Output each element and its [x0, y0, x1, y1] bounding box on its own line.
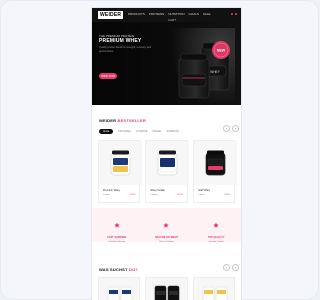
product-card[interactable]: [98, 277, 141, 300]
benefits-band: FAST SHIPPING Schnelle Lieferung SECURE …: [92, 208, 241, 244]
tab-accessories[interactable]: ZUBEHÖR: [167, 130, 179, 133]
product-jar-icon: [193, 141, 237, 185]
chevron-left-icon: ‹: [225, 265, 228, 270]
product-name: Gold Whey: [197, 189, 211, 192]
product-price: 29,90: [129, 194, 136, 196]
product-card[interactable]: Gold Whey Protein 39,90: [192, 140, 237, 203]
nav-items: PRODUCTS PROTEINS NUTRITION GOALS SALE: [128, 12, 211, 16]
benefit-copy: Geprüfte Qualität: [208, 241, 224, 243]
what-you-need-products: [98, 277, 235, 300]
section2-next-button[interactable]: ›: [232, 264, 239, 271]
product-jar-icon: [99, 278, 140, 300]
nav-icons: [231, 13, 237, 15]
benefit-copy: Schnelle Lieferung: [108, 241, 126, 243]
product-image: [193, 141, 237, 185]
chevron-right-icon: ›: [234, 265, 237, 270]
web-page: WEIDER PRODUCTS PROTEINS NUTRITION GOALS…: [92, 8, 241, 300]
benefit-item: SECURE PAYMENT Sichere Zahlung: [146, 215, 186, 244]
product-card[interactable]: [192, 277, 235, 300]
product-jar-icon: [146, 141, 190, 185]
brand-logo[interactable]: WEIDER: [98, 11, 124, 19]
tab-bars[interactable]: RIEGEL: [153, 130, 162, 133]
hero-cta-button[interactable]: SHOP NOW: [99, 73, 117, 79]
section2-prev-button[interactable]: ‹: [223, 264, 230, 271]
tab-all[interactable]: ALLE: [99, 129, 114, 134]
what-you-need-title: WAS SUCHST DU?: [99, 267, 138, 272]
hero-banner: THE PREMIUM PROTEIN PREMIUM WHEY Quality…: [92, 22, 241, 105]
account-icon[interactable]: [235, 13, 237, 15]
product-price: 39,90: [224, 194, 230, 196]
product-name: Premium Whey: [103, 189, 121, 192]
product-meta: Protein: [150, 194, 158, 196]
product-image: [99, 141, 142, 185]
product-price: 34,90: [177, 194, 183, 196]
what-you-need-title-dark: WAS SUCHST: [99, 267, 128, 272]
cart-icon[interactable]: [231, 13, 233, 15]
bestseller-products: Premium Whey Protein 29,90 Whey Isolate …: [98, 140, 237, 203]
product-name: Whey Isolate: [150, 189, 165, 192]
product-image: [146, 141, 190, 185]
nav-item-nutrition[interactable]: NUTRITION: [168, 12, 184, 16]
bestseller-title: WEIDER BESTSELLER: [99, 118, 146, 123]
top-nav: WEIDER PRODUCTS PROTEINS NUTRITION GOALS…: [92, 8, 241, 22]
benefit-item: TOP QUALITY Geprüfte Qualität: [196, 215, 236, 244]
benefit-title: TOP QUALITY: [207, 236, 225, 239]
hero-copy: Quality protein blend for strength, reco…: [99, 46, 152, 53]
product-jar-icon: [99, 141, 142, 185]
benefit-title: FAST SHIPPING: [107, 236, 127, 239]
hero-title: PREMIUM WHEY: [99, 38, 142, 44]
hero-tub-front: [178, 53, 210, 99]
brand-logo-text: WEIDER: [100, 12, 122, 18]
nav-item-products[interactable]: PRODUCTS: [128, 12, 145, 16]
product-meta: Protein: [197, 194, 205, 196]
product-jar-icon: [193, 278, 234, 300]
tab-vitamins[interactable]: VITAMINE: [136, 130, 148, 133]
nav-item-sale[interactable]: SALE: [203, 12, 211, 16]
nav-item-goals[interactable]: GOALS: [189, 12, 199, 16]
hero-badge: NEW: [212, 41, 230, 59]
bestseller-title-accent: BESTSELLER: [117, 118, 146, 123]
chevron-right-icon: ›: [234, 126, 237, 131]
benefit-copy: Sichere Zahlung: [159, 241, 174, 243]
chevron-left-icon: ‹: [225, 126, 228, 131]
hero-badge-text: NEW: [217, 49, 226, 53]
benefit-icon: [163, 222, 170, 228]
nav-item-proteins[interactable]: PROTEINS: [149, 12, 164, 16]
hero-product-label: WHEY: [210, 70, 220, 74]
product-card[interactable]: Premium Whey Protein 29,90: [98, 140, 142, 203]
product-jar-icon: [146, 278, 187, 300]
product-card[interactable]: [145, 277, 188, 300]
hero-product-art: WHEY NEW: [173, 28, 235, 102]
tab-proteins[interactable]: PROTEINE: [118, 130, 131, 133]
screenshot-frame: WEIDER PRODUCTS PROTEINS NUTRITION GOALS…: [0, 0, 319, 300]
benefit-icon: [213, 222, 219, 228]
what-you-need-title-accent: DU?: [128, 267, 138, 272]
bestseller-prev-button[interactable]: ‹: [223, 125, 230, 132]
bestseller-next-button[interactable]: ›: [232, 125, 239, 132]
benefit-title: SECURE PAYMENT: [155, 236, 178, 239]
product-meta: Protein: [103, 194, 110, 196]
benefit-item: FAST SHIPPING Schnelle Lieferung: [97, 215, 137, 244]
bestseller-title-dark: WEIDER: [99, 118, 117, 123]
benefit-icon: [114, 222, 120, 228]
product-card[interactable]: Whey Isolate Protein 34,90: [145, 140, 190, 203]
bestseller-tabs: ALLE PROTEINE VITAMINE RIEGEL ZUBEHÖR: [99, 129, 179, 134]
